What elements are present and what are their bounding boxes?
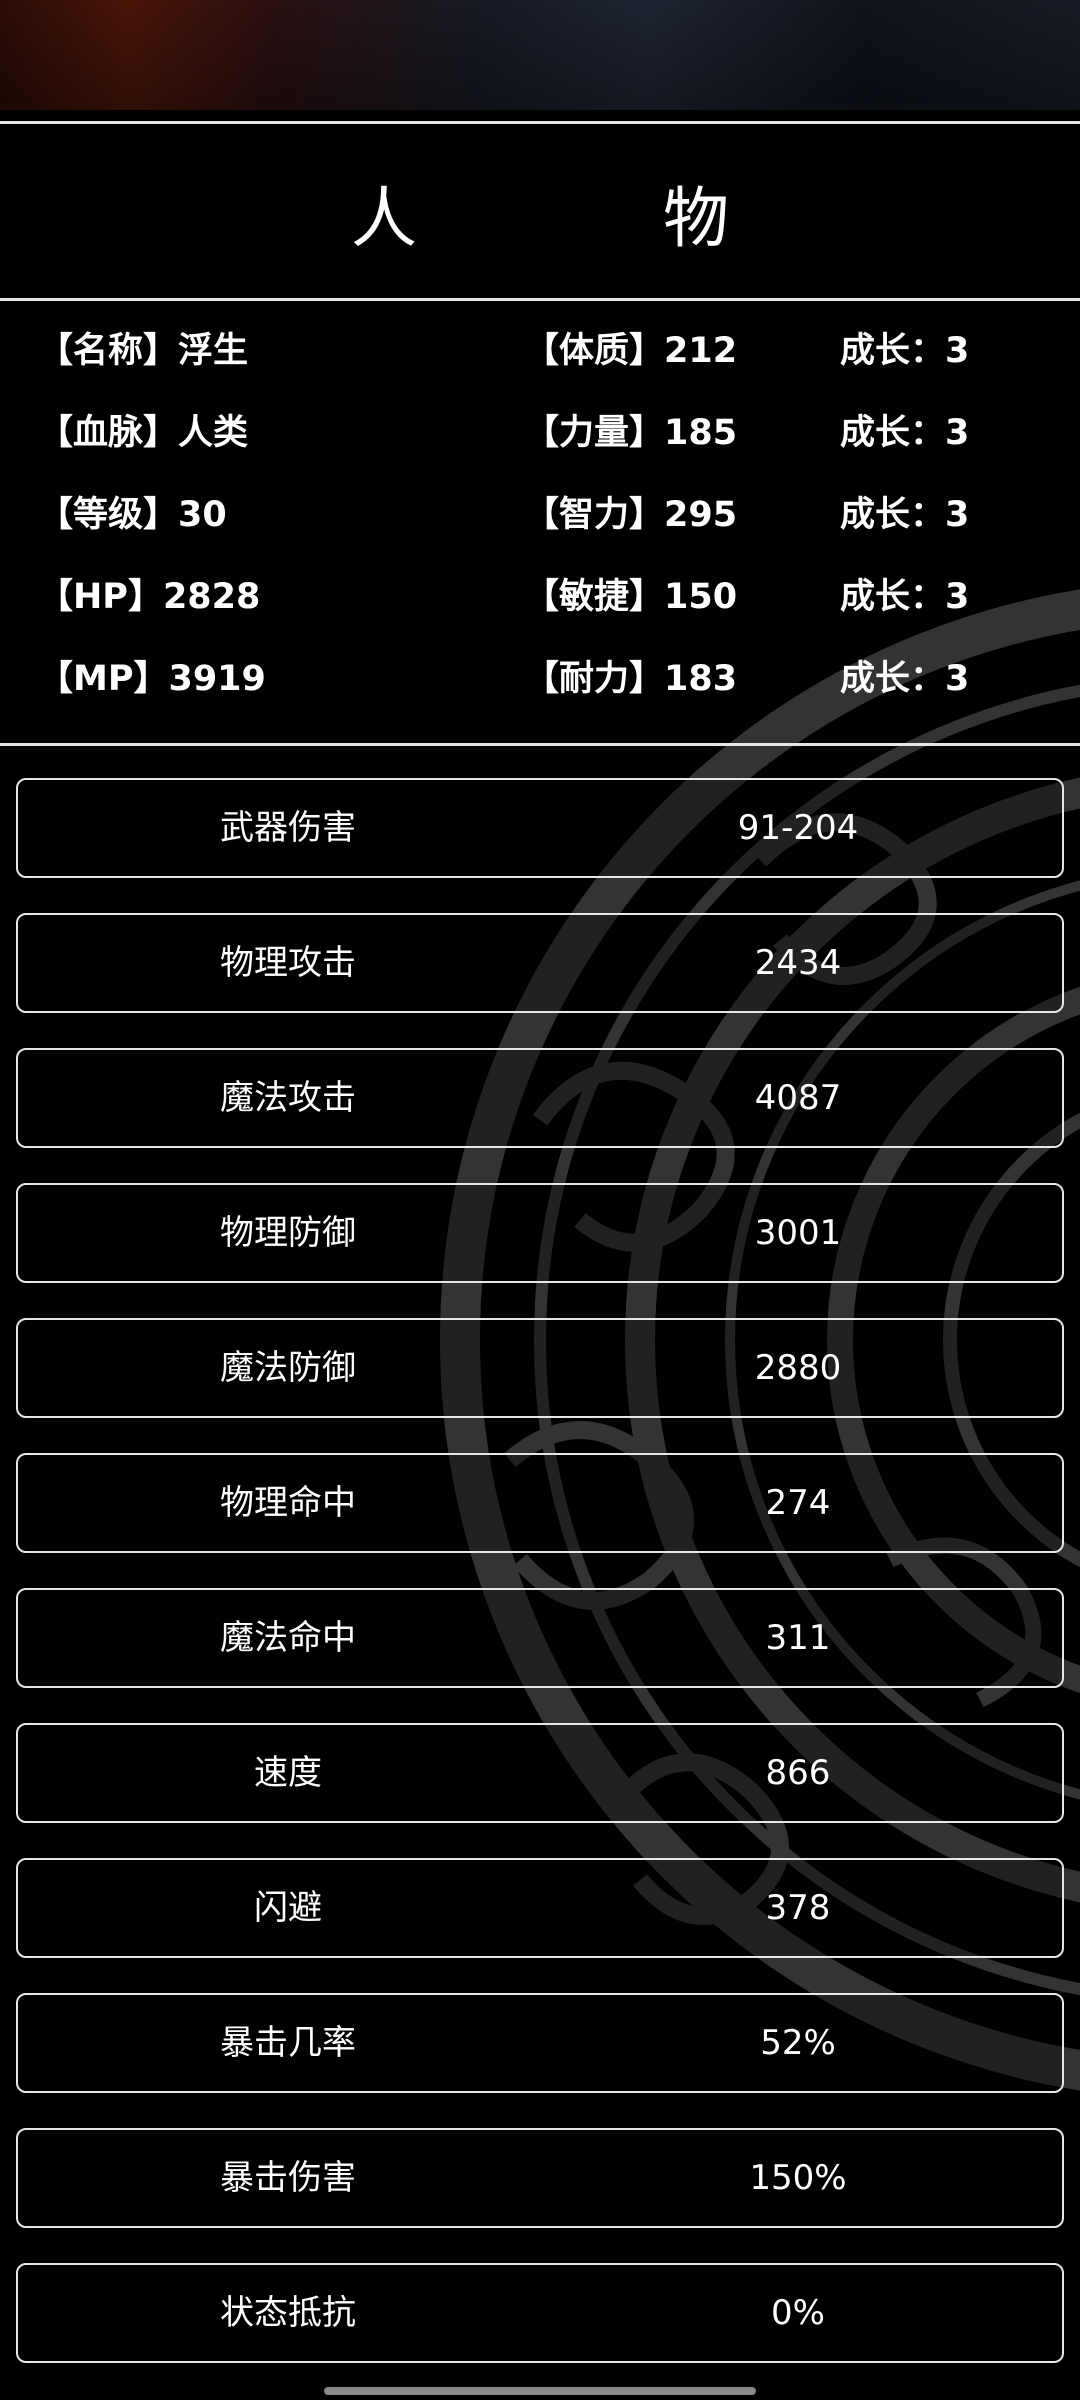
info-growth: 成长：3 [840, 659, 970, 699]
stat-label: 魔法防御 [220, 1348, 356, 1388]
stat-row-weapon-damage[interactable]: 武器伤害 91-204 [16, 778, 1064, 878]
info-growth: 成长：3 [840, 495, 970, 535]
stat-row-magic-attack[interactable]: 魔法攻击 4087 [16, 1048, 1064, 1148]
stat-row-physical-accuracy[interactable]: 物理命中 274 [16, 1453, 1064, 1553]
stat-row-crit-damage[interactable]: 暴击伤害 150% [16, 2128, 1064, 2228]
stat-row-crit-rate[interactable]: 暴击几率 52% [16, 1993, 1064, 2093]
stat-value: 0% [771, 2293, 825, 2333]
info-row: 【HP】2828 【敏捷】150 成长：3 [0, 548, 1080, 630]
stat-label: 暴击伤害 [220, 2158, 356, 2198]
info-mp: 【MP】3919 [38, 659, 266, 699]
stat-label: 物理攻击 [220, 943, 356, 983]
info-row: 【名称】浮生 【体质】212 成长：3 [0, 302, 1080, 384]
stat-row-status-resist[interactable]: 状态抵抗 0% [16, 2263, 1064, 2363]
stat-row-magic-accuracy[interactable]: 魔法命中 311 [16, 1588, 1064, 1688]
home-indicator[interactable] [324, 2387, 756, 2395]
stat-value: 3001 [754, 1213, 842, 1253]
stat-label: 状态抵抗 [220, 2293, 356, 2333]
info-row: 【MP】3919 【耐力】183 成长：3 [0, 630, 1080, 712]
info-name: 【名称】浮生 [38, 331, 249, 371]
stat-row-physical-attack[interactable]: 物理攻击 2434 [16, 913, 1064, 1013]
info-hp: 【HP】2828 [38, 577, 261, 617]
stat-row-speed[interactable]: 速度 866 [16, 1723, 1064, 1823]
info-level: 【等级】30 [38, 495, 227, 535]
info-intelligence: 【智力】295 [524, 495, 738, 535]
info-endurance: 【耐力】183 [524, 659, 738, 699]
stat-label: 武器伤害 [220, 808, 356, 848]
header-divider-top [0, 121, 1080, 124]
stat-value: 4087 [754, 1078, 842, 1118]
stat-value: 2434 [754, 943, 842, 983]
info-growth: 成长：3 [840, 331, 970, 371]
top-banner-image [0, 0, 1080, 110]
info-row: 【等级】30 【智力】295 成长：3 [0, 466, 1080, 548]
stat-label: 魔法命中 [220, 1618, 356, 1658]
stat-value: 2880 [754, 1348, 842, 1388]
stat-label: 暴击几率 [220, 2023, 356, 2063]
info-divider [0, 743, 1080, 746]
stat-value: 91-204 [737, 808, 859, 848]
stat-label: 魔法攻击 [220, 1078, 356, 1118]
stat-value: 311 [765, 1618, 831, 1658]
stat-label: 物理防御 [220, 1213, 356, 1253]
stat-row-magic-defense[interactable]: 魔法防御 2880 [16, 1318, 1064, 1418]
info-constitution: 【体质】212 [524, 331, 738, 371]
page-title: 人 物 [351, 180, 819, 257]
info-growth: 成长：3 [840, 413, 970, 453]
stat-value: 52% [760, 2023, 836, 2063]
info-bloodline: 【血脉】人类 [38, 413, 249, 453]
info-strength: 【力量】185 [524, 413, 738, 453]
stat-label: 速度 [254, 1753, 322, 1793]
stat-label: 物理命中 [220, 1483, 356, 1523]
stat-value: 866 [765, 1753, 831, 1793]
stat-value: 378 [765, 1888, 831, 1928]
info-growth: 成长：3 [840, 577, 970, 617]
info-row: 【血脉】人类 【力量】185 成长：3 [0, 384, 1080, 466]
stat-value: 150% [749, 2158, 847, 2198]
character-info-panel: 【名称】浮生 【体质】212 成长：3 【血脉】人类 【力量】185 成长：3 … [0, 302, 1080, 742]
header-divider-bottom [0, 298, 1080, 301]
stat-label: 闪避 [254, 1888, 322, 1928]
stat-row-evasion[interactable]: 闪避 378 [16, 1858, 1064, 1958]
info-agility: 【敏捷】150 [524, 577, 738, 617]
stat-row-physical-defense[interactable]: 物理防御 3001 [16, 1183, 1064, 1283]
stat-value: 274 [765, 1483, 831, 1523]
